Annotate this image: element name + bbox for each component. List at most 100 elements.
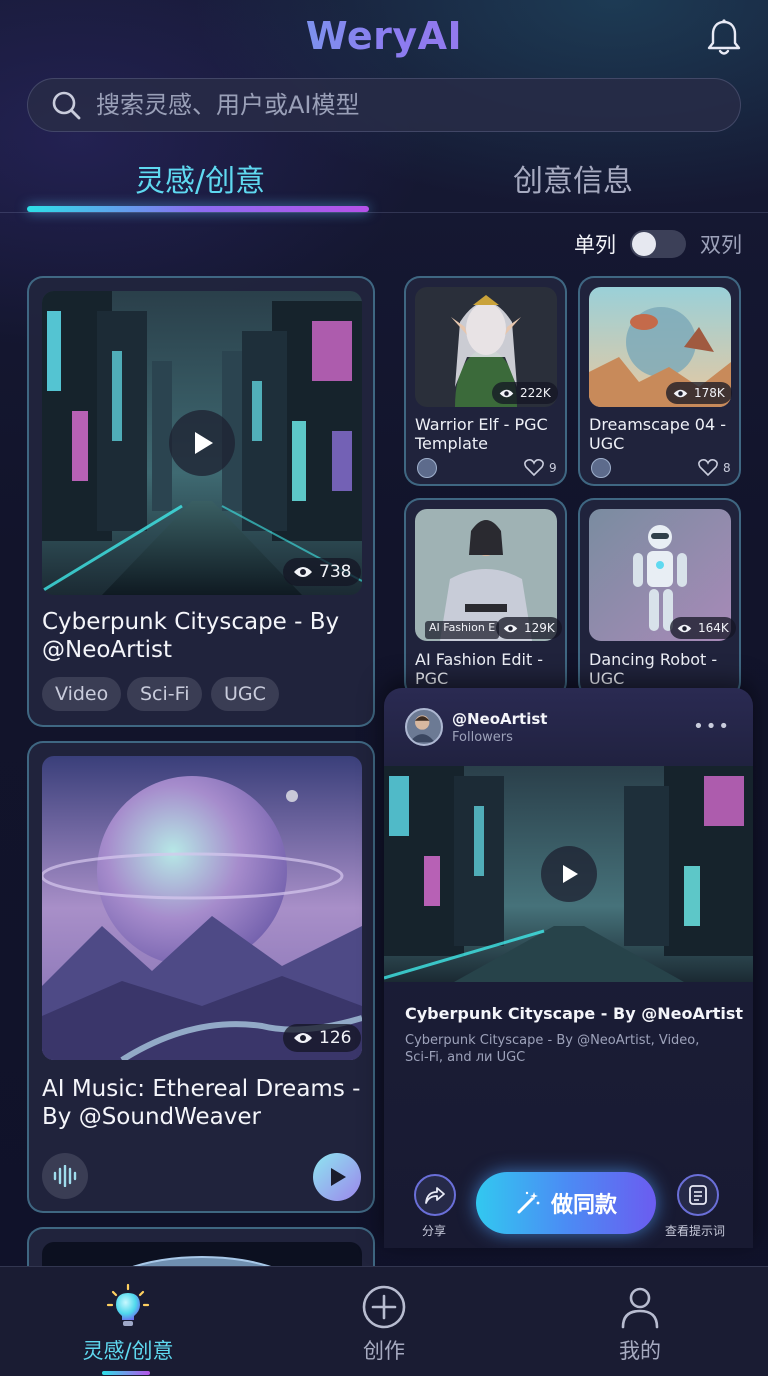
view-count: 126 [319, 1028, 352, 1048]
make-same-button[interactable]: 做同款 [476, 1172, 656, 1234]
audio-wave-icon [42, 1153, 88, 1199]
nav-active-indicator [102, 1371, 150, 1375]
eye-icon [677, 624, 692, 632]
card-title-line: Warrior Elf - PGC [415, 415, 548, 434]
content-detail-popup[interactable]: @NeoArtist Followers ••• Cyberpunk Citys… [384, 688, 753, 1248]
layout-toggle-row: 单列 双列 [574, 228, 742, 260]
creator-avatar[interactable] [417, 458, 437, 478]
tab-inspiration[interactable]: 灵感/创意 [135, 156, 265, 200]
card-title-line: By @SoundWeaver [42, 1104, 261, 1130]
card-title: Warrior Elf - PGC Template [415, 415, 548, 453]
heart-icon[interactable] [524, 459, 544, 477]
tag-chip[interactable]: Sci-Fi [127, 677, 203, 711]
make-same-label: 做同款 [550, 1193, 617, 1218]
feed-card-cyberpunk[interactable]: 738 Cyberpunk Cityscape - By @NeoArtist … [27, 276, 375, 727]
music-play-button[interactable] [313, 1153, 361, 1201]
like-count: 8 [723, 461, 731, 475]
tag-chip[interactable]: Video [42, 677, 122, 711]
bell-icon[interactable] [706, 18, 742, 58]
feed-card-ai-fashion[interactable]: AI Fashion E 129K AI Fashion Edit - PGC [404, 498, 567, 698]
view-count-badge: 178K [666, 382, 732, 404]
feed-card-dreamscape[interactable]: 178K Dreamscape 04 - UGC 8 [578, 276, 741, 486]
card-title: Dancing Robot - UGC [589, 650, 717, 688]
tag-chip[interactable]: UGC [211, 677, 279, 711]
ai-music-thumbnail[interactable] [42, 756, 362, 1060]
eye-icon [673, 389, 688, 397]
plus-circle-icon [362, 1285, 406, 1329]
card-title-line: PGC [415, 669, 449, 688]
nav-item-profile[interactable]: 我的 [512, 1267, 768, 1376]
card-title-line: Dreamscape 04 - [589, 415, 727, 434]
view-count-badge: 164K [670, 617, 736, 639]
eye-icon [294, 567, 312, 577]
card-title-line: AI Fashion Edit - [415, 650, 544, 669]
nav-label: 灵感/创意 [82, 1339, 174, 1363]
heart-icon[interactable] [698, 459, 718, 477]
nav-label: 我的 [619, 1339, 661, 1363]
view-count-badge: 129K [496, 617, 562, 639]
view-prompt-button[interactable] [677, 1174, 719, 1216]
search-bar[interactable] [27, 78, 741, 132]
card-title-line: UGC [589, 434, 625, 453]
card-title: Cyberpunk Cityscape - By @NeoArtist [42, 608, 339, 664]
nav-item-inspiration[interactable]: 灵感/创意 [0, 1267, 256, 1376]
popup-video-preview[interactable] [384, 766, 753, 982]
view-prompt-label: 查看提示词 [665, 1224, 726, 1238]
app-header: WeryAI [0, 0, 768, 78]
card-title: Dreamscape 04 - UGC [589, 415, 726, 453]
view-count-badge: 738 [283, 558, 362, 586]
creator-avatar[interactable] [591, 458, 611, 478]
popup-title: Cyberpunk Cityscape - By @NeoArtist [405, 1004, 744, 1023]
user-icon [621, 1287, 659, 1329]
feed-card-warrior-elf[interactable]: 222K Warrior Elf - PGC Template 9 [404, 276, 567, 486]
share-label: 分享 [422, 1224, 447, 1238]
view-count: 222K [520, 386, 551, 400]
view-count: 129K [524, 621, 555, 635]
fashion-overlay-label: AI Fashion E [425, 621, 500, 639]
toggle-knob [632, 232, 656, 256]
card-title-line: AI Music: Ethereal Dreams - [42, 1076, 361, 1102]
view-count-badge: 126 [283, 1024, 362, 1052]
eye-icon [503, 624, 518, 632]
feed-card-ai-music[interactable]: 126 AI Music: Ethereal Dreams - By @Soun… [27, 741, 375, 1213]
bottom-navigation: 灵感/创意 创作 我的 [0, 1266, 768, 1376]
tab-divider [0, 212, 768, 213]
more-options-icon[interactable]: ••• [693, 716, 731, 737]
lightbulb-icon [106, 1283, 150, 1326]
card-title-line: @NeoArtist [42, 637, 173, 663]
play-icon [331, 1168, 346, 1186]
feed-card-dancing-robot[interactable]: 164K Dancing Robot - UGC [578, 498, 741, 698]
nav-item-create[interactable]: 创作 [256, 1267, 512, 1376]
nav-label: 创作 [363, 1339, 405, 1363]
view-count: 738 [319, 562, 352, 582]
card-title-line: Cyberpunk Cityscape - By [42, 609, 340, 635]
share-icon [425, 1187, 445, 1204]
single-column-label[interactable]: 单列 [574, 229, 616, 259]
creator-avatar[interactable] [405, 708, 443, 746]
magic-wand-icon [517, 1191, 540, 1214]
layout-toggle-switch[interactable] [630, 230, 686, 258]
card-title-line: UGC [589, 669, 625, 688]
play-button[interactable] [169, 410, 235, 476]
document-icon [689, 1185, 707, 1205]
play-button[interactable] [541, 846, 597, 902]
popup-description: Cyberpunk Cityscape - By @NeoArtist, Vid… [405, 1033, 700, 1065]
card-title-line: Dancing Robot - [589, 650, 718, 669]
search-icon [52, 91, 81, 120]
creator-username[interactable]: @NeoArtist [452, 710, 547, 728]
like-count: 9 [549, 461, 557, 475]
view-count: 178K [694, 386, 725, 400]
card-title-line: Template [415, 434, 489, 453]
play-icon [195, 432, 213, 454]
tab-creative-info[interactable]: 创意信息 [513, 156, 633, 200]
share-button[interactable] [414, 1174, 456, 1216]
followers-label: Followers [452, 730, 513, 745]
card-title: AI Fashion Edit - PGC [415, 650, 543, 688]
card-title: AI Music: Ethereal Dreams - By @SoundWea… [42, 1075, 360, 1131]
search-input[interactable] [96, 91, 696, 119]
double-column-label[interactable]: 双列 [700, 229, 742, 259]
eye-icon [294, 1033, 312, 1043]
app-logo[interactable]: WeryAI [0, 14, 768, 58]
eye-icon [499, 389, 514, 397]
view-count-badge: 222K [492, 382, 558, 404]
